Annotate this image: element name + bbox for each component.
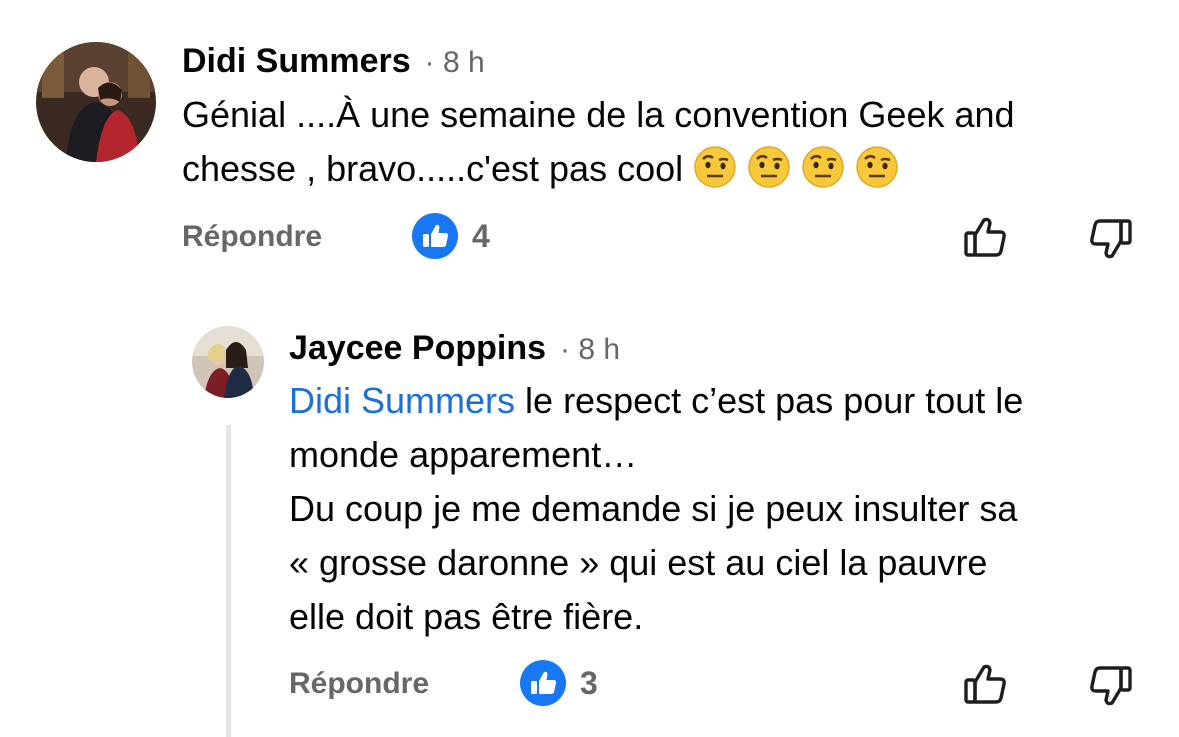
- reply-author[interactable]: Jaycee Poppins: [289, 329, 546, 368]
- reply-line-2: monde apparement…: [289, 434, 638, 475]
- like-count[interactable]: 4: [472, 218, 490, 255]
- thread-line: [226, 425, 231, 737]
- comment-line-2-text: chesse , bravo.....c'est pas cool: [182, 148, 684, 189]
- like-reaction-icon[interactable]: [412, 213, 458, 259]
- reply-line-3: Du coup je me demande si je peux insulte…: [289, 488, 1018, 529]
- thumbs-down-icon[interactable]: [1084, 661, 1134, 711]
- reply-line-5: elle doit pas être fière.: [289, 596, 644, 637]
- avatar-didi-summers[interactable]: [36, 42, 156, 162]
- reply-line-1-text: le respect c’est pas pour tout le: [515, 380, 1024, 421]
- comment-time[interactable]: · 8 h: [425, 46, 485, 80]
- reply-header: Jaycee Poppins · 8 h: [289, 329, 620, 368]
- reply-button[interactable]: Répondre: [182, 220, 322, 254]
- thumbs-up-icon[interactable]: [962, 659, 1012, 709]
- comment-author[interactable]: Didi Summers: [182, 42, 411, 81]
- comment-line-2: chesse , bravo.....c'est pas cool: [182, 142, 899, 196]
- reply-button[interactable]: Répondre: [289, 667, 429, 701]
- like-count[interactable]: 3: [580, 665, 598, 702]
- mention-link[interactable]: Didi Summers: [289, 380, 515, 421]
- raised-eyebrow-emoji-icon: [747, 145, 791, 189]
- reply-line-4: « grosse daronne » qui est au ciel la pa…: [289, 542, 988, 583]
- like-reaction-icon[interactable]: [520, 660, 566, 706]
- raised-eyebrow-emoji-icon: [693, 145, 737, 189]
- raised-eyebrow-emoji-icon: [801, 145, 845, 189]
- avatar-jaycee-poppins[interactable]: [192, 326, 264, 398]
- comment-header: Didi Summers · 8 h: [182, 42, 485, 81]
- reply-time[interactable]: · 8 h: [560, 333, 620, 367]
- reply-line-1: Didi Summers le respect c’est pas pour t…: [289, 374, 1023, 428]
- comment-line-1: Génial ....À une semaine de la conventio…: [182, 94, 1015, 135]
- thumbs-down-icon[interactable]: [1084, 214, 1134, 264]
- raised-eyebrow-emoji-icon: [855, 145, 899, 189]
- thumbs-up-icon[interactable]: [962, 212, 1012, 262]
